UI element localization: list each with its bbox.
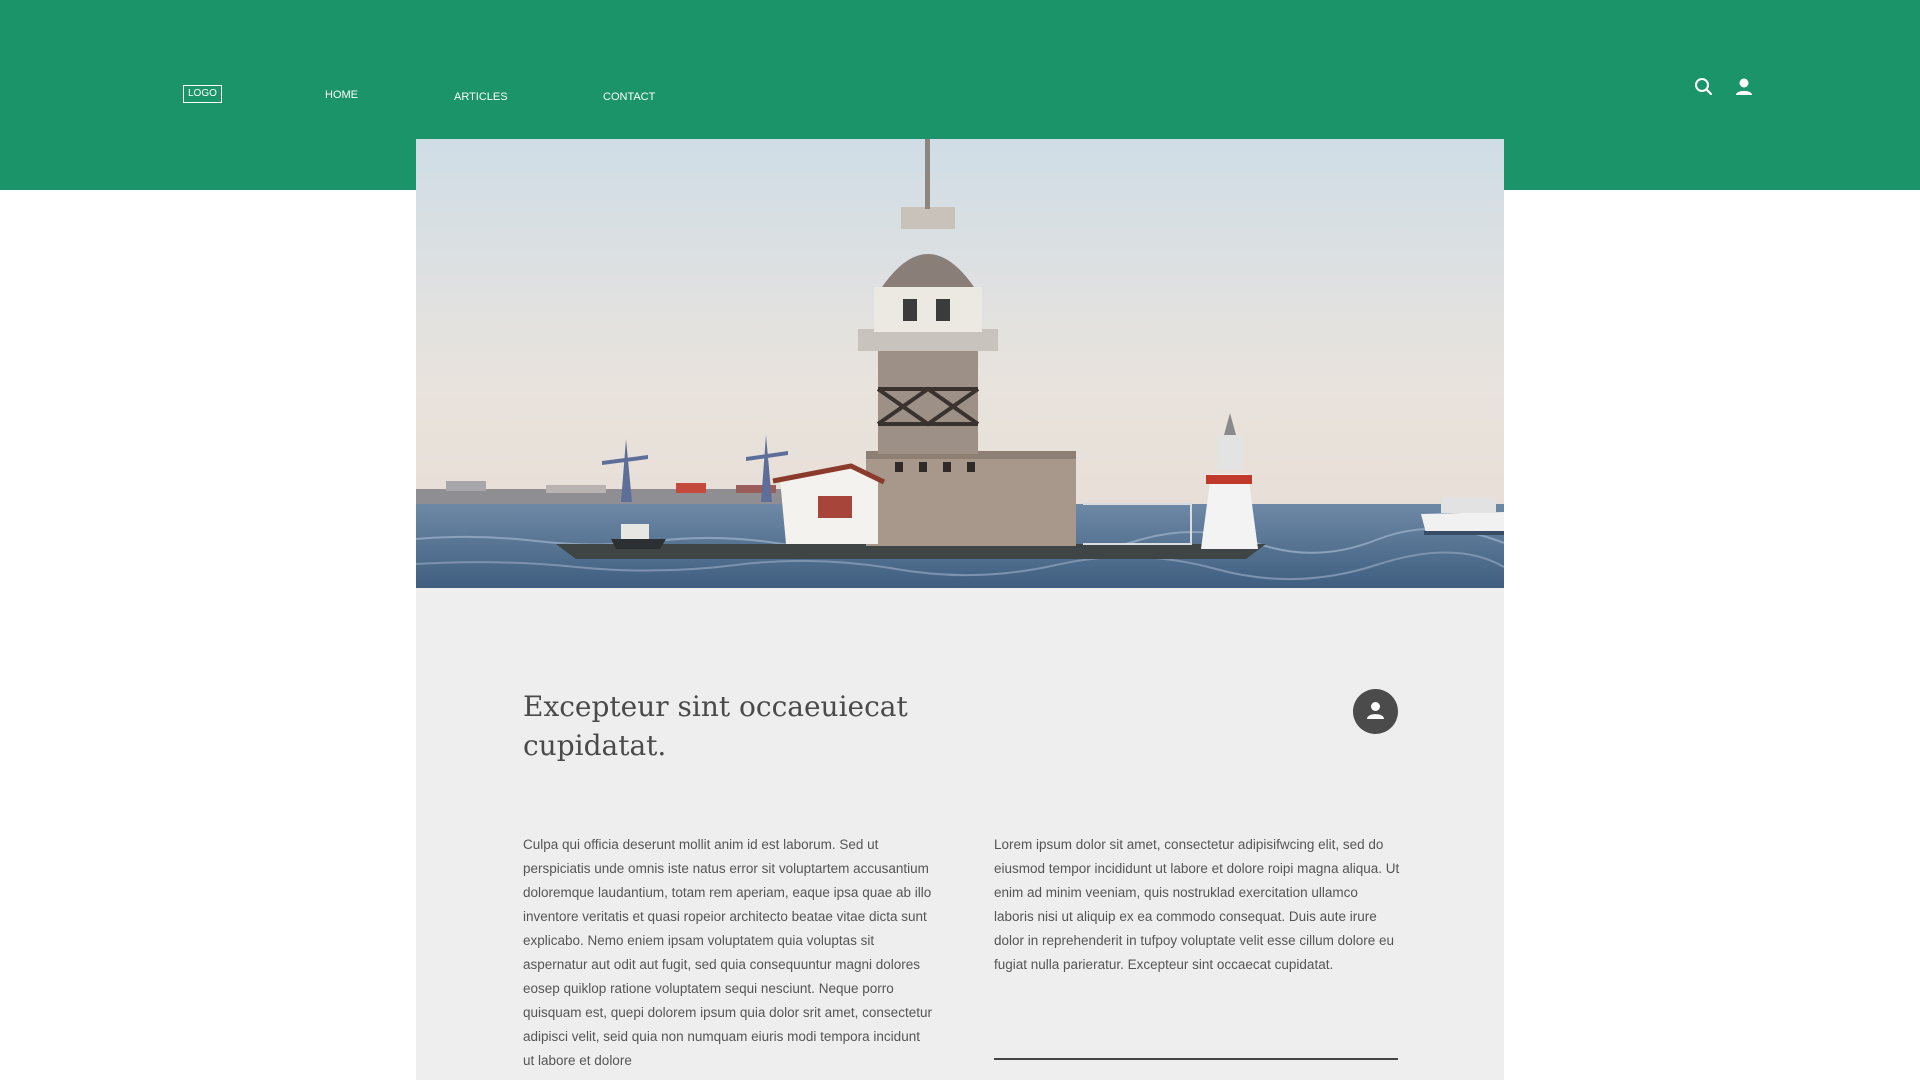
article-body-left: Culpa qui officia deserunt mollit anim i… bbox=[523, 837, 932, 1068]
nav-contact[interactable]: CONTACT bbox=[603, 91, 655, 103]
article-body-right: Lorem ipsum dolor sit amet, consectetur … bbox=[994, 837, 1400, 972]
article-title: Excepteur sint occaeuiecat cupidatat. bbox=[523, 690, 908, 762]
article-panel: Excepteur sint occaeuiecat cupidatat. Cu… bbox=[416, 139, 1504, 1080]
author-avatar[interactable] bbox=[1353, 689, 1398, 734]
nav-home[interactable]: HOME bbox=[325, 89, 358, 101]
user-icon[interactable] bbox=[1733, 76, 1755, 98]
user-avatar-icon bbox=[1367, 702, 1384, 719]
nav-articles[interactable]: ARTICLES bbox=[454, 91, 508, 103]
logo[interactable]: LOGO bbox=[183, 85, 222, 103]
divider bbox=[994, 1058, 1398, 1060]
hero-image bbox=[416, 139, 1504, 588]
search-icon[interactable] bbox=[1693, 76, 1715, 98]
